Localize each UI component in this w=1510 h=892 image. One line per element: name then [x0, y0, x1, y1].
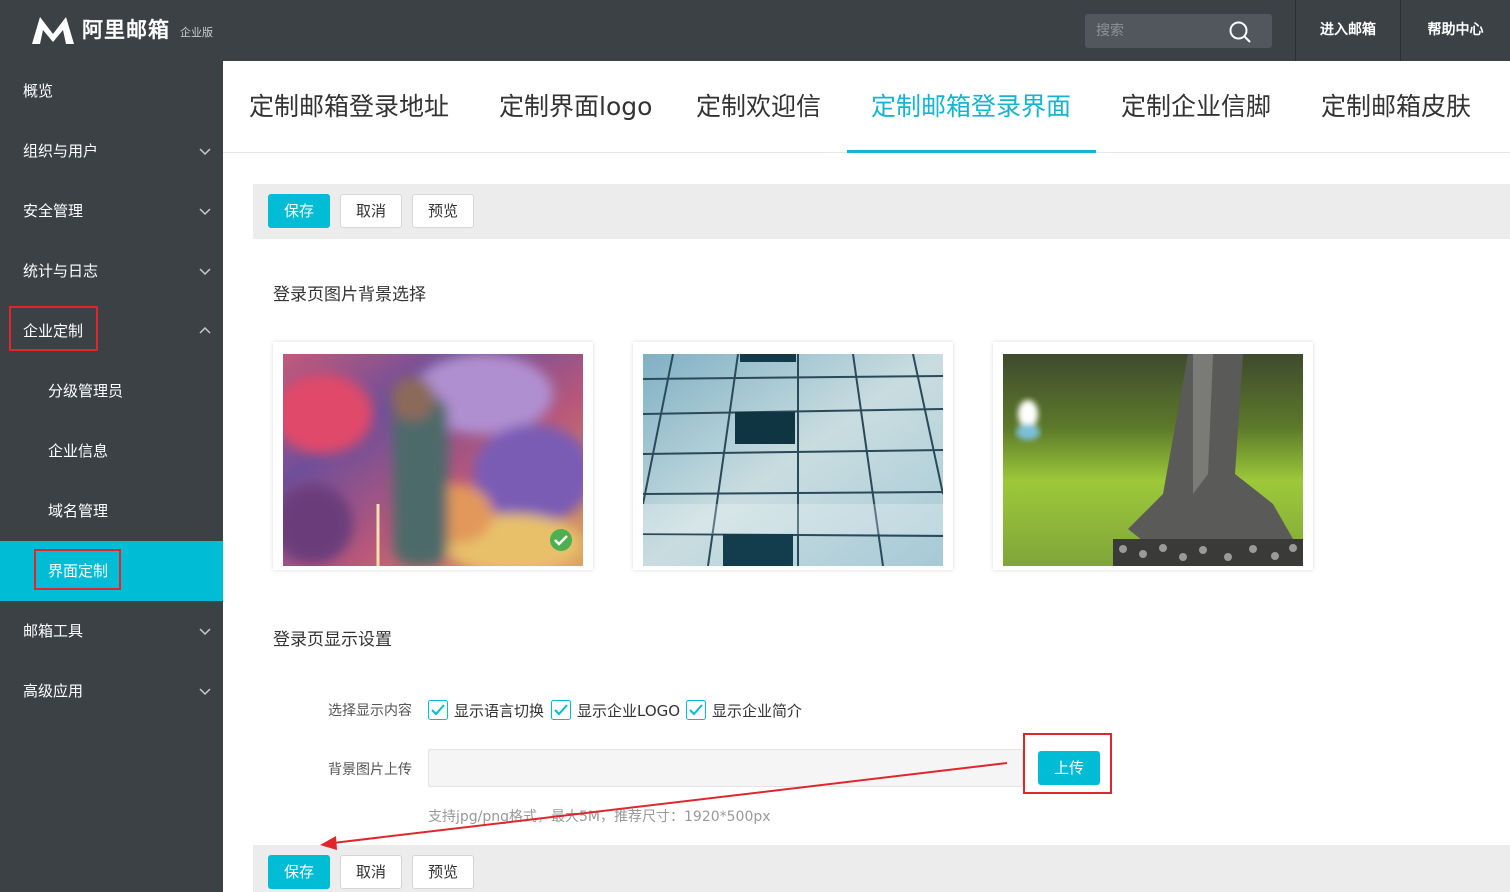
background-section-title: 登录页图片背景选择 — [273, 285, 426, 305]
sidebar-item-label: 企业定制 — [23, 322, 84, 340]
selected-check-icon — [550, 529, 572, 551]
sidebar-item-label: 高级应用 — [23, 682, 84, 700]
enter-mailbox-link[interactable]: 进入邮箱 — [1295, 0, 1400, 61]
cancel-button[interactable]: 取消 — [340, 194, 402, 228]
sidebar-item-enterprise-custom[interactable]: 企业定制 — [0, 301, 223, 361]
top-toolbar: 保存 取消 预览 — [253, 184, 1510, 239]
brand-logo[interactable]: 阿里邮箱 企业版 — [30, 14, 213, 46]
cancel-button[interactable]: 取消 — [340, 855, 402, 889]
tab-bar: 定制邮箱登录地址 定制界面logo 定制欢迎信 定制邮箱登录界面 定制企业信脚 … — [223, 61, 1510, 153]
background-file-field[interactable] — [428, 749, 1023, 787]
enterprise-intro-checkbox[interactable] — [686, 700, 706, 720]
sidebar-item-ui-custom[interactable]: 界面定制 — [0, 541, 223, 601]
upload-label: 背景图片上传 — [328, 762, 412, 778]
brand-name: 阿里邮箱 — [82, 18, 170, 42]
background-option-3[interactable] — [993, 342, 1313, 570]
chevron-down-icon — [199, 628, 211, 636]
sidebar-item-label: 概览 — [23, 82, 54, 100]
search-input[interactable] — [1085, 14, 1215, 48]
upload-button[interactable]: 上传 — [1038, 751, 1100, 785]
sidebar-item-sub-admins[interactable]: 分级管理员 — [0, 361, 223, 421]
chevron-down-icon — [199, 688, 211, 696]
brand-edition: 企业版 — [180, 26, 213, 39]
sidebar-item-mail-tools[interactable]: 邮箱工具 — [0, 601, 223, 661]
enterprise-logo-label[interactable]: 显示企业LOGO — [577, 700, 680, 721]
bottom-toolbar: 保存 取消 预览 — [253, 845, 1510, 892]
chevron-down-icon — [199, 148, 211, 156]
display-section-title: 登录页显示设置 — [273, 630, 392, 650]
tab-signature[interactable]: 定制企业信脚 — [1121, 61, 1271, 153]
sidebar-item-label: 组织与用户 — [23, 142, 99, 160]
language-switch-checkbox[interactable] — [428, 700, 448, 720]
sidebar-item-security[interactable]: 安全管理 — [0, 181, 223, 241]
sidebar-item-label: 安全管理 — [23, 202, 84, 220]
save-button[interactable]: 保存 — [268, 855, 330, 889]
enterprise-logo-checkbox[interactable] — [551, 700, 571, 720]
language-switch-label[interactable]: 显示语言切换 — [454, 700, 544, 721]
sidebar-item-overview[interactable]: 概览 — [0, 61, 223, 121]
search-icon[interactable] — [1228, 20, 1252, 44]
graffiti-background-image — [283, 354, 583, 566]
tab-login-page[interactable]: 定制邮箱登录界面 — [871, 61, 1071, 153]
chevron-up-icon — [199, 326, 211, 334]
sidebar-item-label: 企业信息 — [48, 442, 109, 460]
logo-m-icon — [32, 17, 74, 44]
tab-welcome-letter[interactable]: 定制欢迎信 — [696, 61, 821, 153]
sidebar-item-enterprise-info[interactable]: 企业信息 — [0, 421, 223, 481]
tab-logo[interactable]: 定制界面logo — [499, 61, 652, 153]
top-bar: 阿里邮箱 企业版 进入邮箱 帮助中心 — [0, 0, 1510, 61]
tab-login-address[interactable]: 定制邮箱登录地址 — [249, 61, 449, 153]
chevron-down-icon — [199, 208, 211, 216]
background-option-2[interactable] — [633, 342, 953, 570]
help-center-link[interactable]: 帮助中心 — [1400, 0, 1510, 61]
upload-hint: 支持jpg/png格式，最大5M，推荐尺寸：1920*500px — [428, 809, 771, 825]
chevron-down-icon — [199, 268, 211, 276]
sidebar-item-label: 统计与日志 — [23, 262, 99, 280]
sidebar-item-stats-logs[interactable]: 统计与日志 — [0, 241, 223, 301]
sidebar-item-label: 界面定制 — [48, 562, 109, 580]
background-option-1[interactable] — [273, 342, 593, 570]
sidebar-item-advanced-apps[interactable]: 高级应用 — [0, 661, 223, 721]
content-select-label: 选择显示内容 — [328, 703, 412, 719]
sidebar: 概览 组织与用户 安全管理 统计与日志 企业定制 分级管理员 企业信息 域名管理… — [0, 61, 223, 892]
tab-skin[interactable]: 定制邮箱皮肤 — [1321, 61, 1471, 153]
sidebar-item-label: 邮箱工具 — [23, 622, 84, 640]
sidebar-item-label: 分级管理员 — [48, 382, 124, 400]
sidebar-item-label: 域名管理 — [48, 502, 109, 520]
lawn-sculpture-background-image — [1003, 354, 1303, 566]
building-glass-background-image — [643, 354, 943, 566]
enterprise-intro-label[interactable]: 显示企业简介 — [712, 700, 802, 721]
preview-button[interactable]: 预览 — [412, 855, 474, 889]
preview-button[interactable]: 预览 — [412, 194, 474, 228]
search-box[interactable] — [1085, 14, 1272, 48]
sidebar-item-org-users[interactable]: 组织与用户 — [0, 121, 223, 181]
active-tab-indicator — [847, 150, 1096, 153]
save-button[interactable]: 保存 — [268, 194, 330, 228]
sidebar-item-domain-mgmt[interactable]: 域名管理 — [0, 481, 223, 541]
